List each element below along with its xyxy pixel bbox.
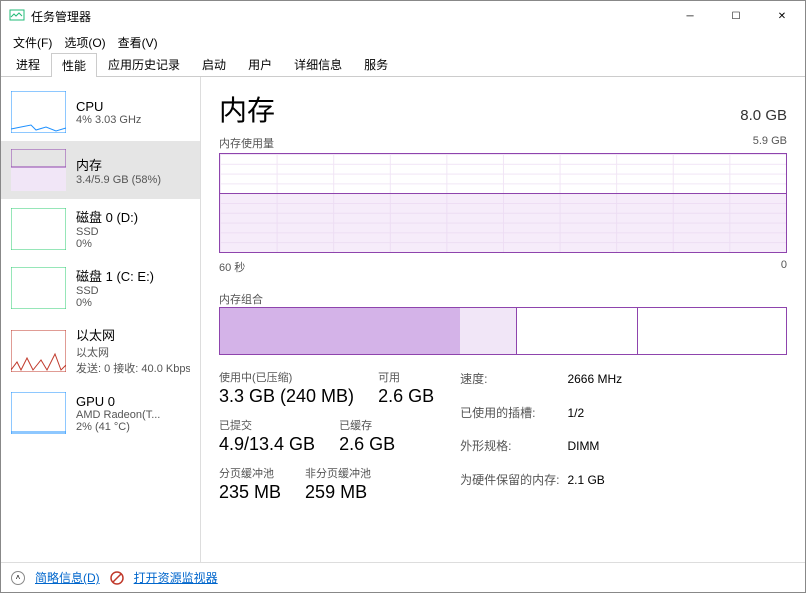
sidebar: CPU4% 3.03 GHz内存3.4/5.9 GB (58%)磁盘 0 (D:… [1,77,201,562]
tab-6[interactable]: 服务 [353,52,399,76]
sidebar-item-1[interactable]: 内存3.4/5.9 GB (58%) [1,141,200,199]
chart-usage-max: 5.9 GB [753,135,787,151]
sidebar-item-2[interactable]: 磁盘 0 (D:)SSD0% [1,199,200,258]
stat-label: 可用 [378,369,434,385]
chart-x-right: 0 [781,259,787,275]
stat-value: 2.6 GB [339,434,395,455]
sidebar-thumb [11,392,66,434]
stat-label: 非分页缓冲池 [305,465,371,481]
sidebar-sub: 3.4/5.9 GB (58%) [76,174,161,186]
spec-key: 为硬件保留的内存: [460,470,567,504]
sidebar-thumb [11,91,66,133]
sidebar-sub: SSD [76,226,138,238]
menu-file[interactable]: 文件(F) [9,32,56,53]
spec-key: 外形规格: [460,436,567,470]
sidebar-sub: 4% 3.03 GHz [76,114,141,126]
stat-label: 使用中(已压缩) [219,369,354,385]
sidebar-item-3[interactable]: 磁盘 1 (C: E:)SSD0% [1,258,200,317]
menu-view[interactable]: 查看(V) [114,32,162,53]
spec-value: 1/2 [567,403,630,437]
spec-value: 2.1 GB [567,470,630,504]
memory-usage-chart [219,153,787,253]
memory-composition-chart [219,307,787,355]
stat-value: 2.6 GB [378,386,434,407]
sidebar-sub: 以太网 [76,344,190,360]
chart-x-left: 60 秒 [219,259,245,275]
stat-label: 分页缓冲池 [219,465,281,481]
tab-5[interactable]: 详细信息 [283,52,353,76]
sidebar-thumb [11,149,66,191]
spec-value: DIMM [567,436,630,470]
spec-key: 速度: [460,369,567,403]
sidebar-title: 磁盘 1 (C: E:) [76,266,154,285]
minimize-button[interactable]: ─ [667,1,713,31]
menu-options[interactable]: 选项(O) [60,32,109,53]
resmon-icon [110,571,124,585]
menu-bar: 文件(F) 选项(O) 查看(V) [1,31,805,53]
sidebar-title: 以太网 [76,325,190,344]
tab-4[interactable]: 用户 [237,52,283,76]
window-title: 任务管理器 [31,8,667,25]
tab-3[interactable]: 启动 [191,52,237,76]
sidebar-item-5[interactable]: GPU 0AMD Radeon(T...2% (41 °C) [1,384,200,442]
sidebar-sub: AMD Radeon(T... [76,409,160,421]
close-button[interactable]: ✕ [759,1,805,31]
sidebar-title: 内存 [76,155,161,174]
page-title: 内存 [219,89,275,129]
stat-value: 259 MB [305,482,371,503]
stats-right: 速度:2666 MHz已使用的插槽:1/2外形规格:DIMM为硬件保留的内存:2… [460,369,630,503]
sidebar-sub: 发送: 0 接收: 40.0 Kbps [76,360,190,376]
sidebar-item-0[interactable]: CPU4% 3.03 GHz [1,83,200,141]
app-icon [9,8,25,24]
sidebar-title: CPU [76,99,141,114]
resource-monitor-link[interactable]: 打开资源监视器 [134,569,218,586]
fewer-details-link[interactable]: 简略信息(D) [35,569,100,586]
stat-value: 4.9/13.4 GB [219,434,315,455]
stat-label: 已缓存 [339,417,395,433]
tab-0[interactable]: 进程 [5,52,51,76]
chevron-up-icon[interactable]: ˄ [11,571,25,585]
chart-usage-label: 内存使用量 [219,135,274,151]
stat-value: 235 MB [219,482,281,503]
stats-left: 使用中(已压缩)3.3 GB (240 MB)可用2.6 GB已提交4.9/13… [219,369,434,503]
stat-value: 3.3 GB (240 MB) [219,386,354,407]
sidebar-thumb [11,330,66,372]
composition-label: 内存组合 [219,291,263,307]
main-panel: 内存 8.0 GB 内存使用量 5.9 GB 60 秒 0 内存组合 使用中(已… [201,77,805,562]
spec-value: 2666 MHz [567,369,630,403]
sidebar-title: 磁盘 0 (D:) [76,207,138,226]
spec-key: 已使用的插槽: [460,403,567,437]
tabs: 进程性能应用历史记录启动用户详细信息服务 [1,53,805,77]
sidebar-thumb [11,267,66,309]
sidebar-sub: 2% (41 °C) [76,421,160,433]
memory-total: 8.0 GB [740,107,787,124]
sidebar-item-4[interactable]: 以太网以太网发送: 0 接收: 40.0 Kbps [1,317,200,384]
sidebar-thumb [11,208,66,250]
tab-1[interactable]: 性能 [51,53,97,77]
footer: ˄ 简略信息(D) 打开资源监视器 [1,562,805,592]
sidebar-sub: 0% [76,238,138,250]
tab-2[interactable]: 应用历史记录 [97,52,191,76]
maximize-button[interactable]: ☐ [713,1,759,31]
sidebar-sub: 0% [76,297,154,309]
sidebar-title: GPU 0 [76,394,160,409]
title-bar: 任务管理器 ─ ☐ ✕ [1,1,805,31]
sidebar-sub: SSD [76,285,154,297]
stat-label: 已提交 [219,417,315,433]
